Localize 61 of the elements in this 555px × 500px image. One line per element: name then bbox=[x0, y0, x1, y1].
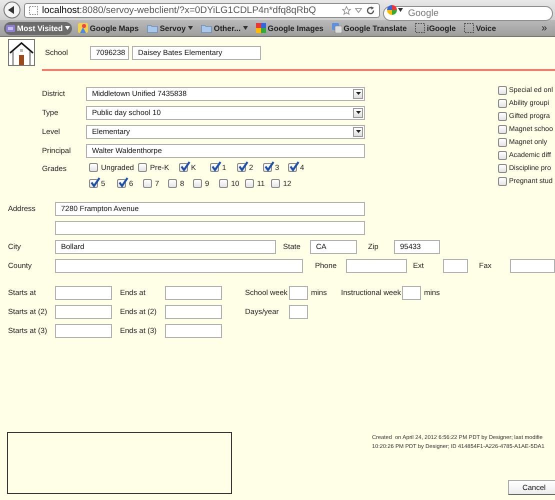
input-field[interactable] bbox=[55, 324, 112, 338]
checkbox[interactable] bbox=[138, 162, 147, 172]
star-icon[interactable] bbox=[342, 6, 351, 14]
caret-icon bbox=[188, 26, 193, 30]
checkbox[interactable] bbox=[498, 164, 507, 173]
caret-icon bbox=[242, 26, 248, 30]
grid-icon bbox=[6, 24, 15, 32]
page-icon bbox=[29, 6, 38, 14]
input-field[interactable] bbox=[55, 220, 365, 234]
input-field[interactable] bbox=[55, 286, 112, 300]
checkbox[interactable] bbox=[288, 162, 297, 172]
checkbox[interactable] bbox=[498, 86, 507, 95]
input-field[interactable] bbox=[165, 324, 222, 338]
checkbox[interactable] bbox=[498, 138, 507, 147]
checkbox[interactable] bbox=[89, 162, 98, 172]
checkbox[interactable] bbox=[498, 177, 507, 186]
input-field[interactable] bbox=[289, 304, 308, 318]
checkbox[interactable] bbox=[168, 178, 177, 188]
checkbox[interactable] bbox=[498, 125, 507, 134]
checkbox[interactable] bbox=[210, 162, 219, 172]
back-icon[interactable] bbox=[3, 1, 21, 19]
google-icon bbox=[387, 5, 397, 15]
checkbox[interactable] bbox=[237, 162, 246, 172]
input-field[interactable] bbox=[346, 258, 407, 272]
map-pin-icon bbox=[78, 23, 88, 33]
overflow-chevron[interactable]: » bbox=[541, 22, 547, 34]
input-field[interactable] bbox=[510, 258, 555, 272]
caret-icon bbox=[356, 111, 360, 114]
search-field[interactable]: Google bbox=[383, 6, 553, 20]
caret-icon bbox=[64, 26, 70, 30]
reload-icon[interactable] bbox=[366, 6, 375, 14]
checkbox[interactable] bbox=[245, 178, 254, 188]
input-field[interactable] bbox=[55, 258, 303, 272]
checkbox[interactable] bbox=[143, 178, 152, 188]
input-field[interactable] bbox=[289, 286, 308, 300]
checkbox[interactable] bbox=[219, 178, 228, 188]
checkbox[interactable] bbox=[498, 151, 507, 160]
checkbox[interactable] bbox=[498, 99, 507, 108]
input-field[interactable] bbox=[443, 258, 468, 272]
input-field[interactable] bbox=[165, 304, 222, 318]
page-icon bbox=[414, 23, 425, 33]
checkbox[interactable] bbox=[263, 162, 272, 172]
checkbox[interactable] bbox=[179, 162, 188, 172]
checkbox[interactable] bbox=[271, 178, 280, 188]
translate-icon bbox=[332, 23, 342, 33]
page-icon bbox=[464, 23, 474, 33]
address-field[interactable]: localhost:8080/servoy-webclient/?x=0DYiLG1CDLP4n*dfq8qRbQ bbox=[24, 2, 380, 18]
folder-icon bbox=[200, 24, 212, 32]
checkbox[interactable] bbox=[498, 112, 507, 121]
house-icon bbox=[8, 39, 35, 66]
input-field[interactable] bbox=[165, 286, 222, 300]
caret-icon bbox=[356, 130, 360, 133]
input-field[interactable] bbox=[402, 286, 421, 300]
caret-icon[interactable] bbox=[398, 8, 403, 12]
google-icon bbox=[256, 23, 266, 33]
checkbox[interactable] bbox=[117, 178, 126, 188]
folder-icon bbox=[146, 24, 158, 32]
caret-icon bbox=[356, 92, 360, 95]
checkbox[interactable] bbox=[89, 178, 98, 188]
checkbox[interactable] bbox=[193, 178, 202, 188]
input-field[interactable] bbox=[55, 304, 112, 318]
